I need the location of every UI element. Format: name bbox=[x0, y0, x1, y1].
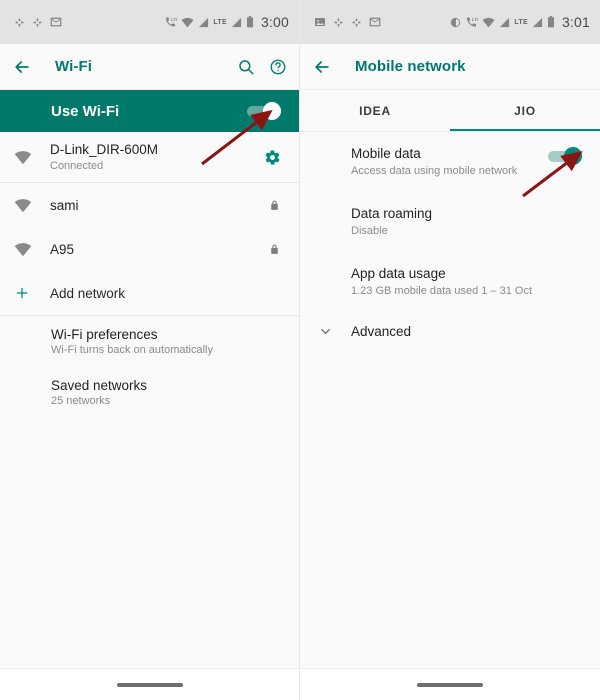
back-arrow-icon[interactable] bbox=[312, 57, 342, 77]
network-name: sami bbox=[50, 197, 79, 213]
call-lte-icon: LTE bbox=[164, 16, 177, 28]
lock-icon bbox=[268, 242, 281, 257]
help-icon[interactable] bbox=[269, 58, 287, 76]
mobile-data-row[interactable]: Mobile data Access data using mobile net… bbox=[300, 132, 600, 192]
saved-networks-subtitle: 25 networks bbox=[51, 395, 111, 407]
use-wifi-label: Use Wi-Fi bbox=[51, 102, 120, 120]
lte-label: LTE bbox=[514, 18, 528, 26]
tab-jio[interactable]: JIO bbox=[450, 90, 600, 131]
dual-screenshot-comparison: LTE LTE 3:00 bbox=[0, 0, 600, 700]
photo-icon bbox=[314, 16, 326, 28]
app-icon-2 bbox=[32, 17, 43, 28]
saved-networks-title: Saved networks bbox=[51, 378, 148, 393]
back-arrow-icon[interactable] bbox=[12, 57, 42, 77]
wifi-preferences-row[interactable]: Wi-Fi preferences Wi-Fi turns back on au… bbox=[0, 316, 299, 367]
tab-label: IDEA bbox=[359, 103, 391, 118]
message-icon bbox=[369, 16, 381, 28]
add-network-label: Add network bbox=[50, 285, 126, 301]
signal-2-icon bbox=[231, 17, 242, 28]
app-icon-2 bbox=[351, 17, 362, 28]
search-icon[interactable] bbox=[237, 58, 255, 76]
sim-tabs: IDEA JIO bbox=[300, 90, 600, 132]
signal-2-icon bbox=[532, 17, 543, 28]
svg-text:LTE: LTE bbox=[171, 17, 177, 22]
tab-idea[interactable]: IDEA bbox=[300, 90, 450, 131]
mobile-toolbar: Mobile network bbox=[300, 44, 600, 90]
page-title: Wi-Fi bbox=[55, 58, 93, 75]
app-data-usage-row[interactable]: App data usage 1.23 GB mobile data used … bbox=[300, 252, 600, 312]
wifi-signal-icon bbox=[14, 198, 50, 213]
mobile-network-panel: LTE LTE 3:01 bbox=[300, 0, 600, 700]
app-icon bbox=[14, 17, 25, 28]
network-name: A95 bbox=[50, 241, 75, 257]
page-title: Mobile network bbox=[355, 58, 466, 75]
mobile-data-title: Mobile data bbox=[351, 146, 421, 161]
wifi-signal-icon bbox=[14, 150, 50, 165]
status-time: 3:01 bbox=[561, 14, 590, 30]
gear-icon[interactable] bbox=[264, 149, 281, 166]
wifi-icon bbox=[181, 17, 194, 28]
lock-icon bbox=[268, 198, 281, 213]
message-icon bbox=[50, 16, 62, 28]
call-lte-icon: LTE bbox=[465, 16, 478, 28]
network-row-connected[interactable]: D-Link_DIR-600M Connected bbox=[0, 132, 299, 182]
wifi-settings-panel: LTE LTE 3:00 bbox=[0, 0, 300, 700]
advanced-label: Advanced bbox=[351, 324, 412, 339]
battery-icon bbox=[547, 16, 555, 28]
chevron-down-icon bbox=[300, 324, 351, 339]
signal-icon bbox=[198, 17, 209, 28]
use-wifi-toggle[interactable] bbox=[247, 102, 281, 120]
wifi-toolbar: Wi-Fi bbox=[0, 44, 299, 90]
data-roaming-row[interactable]: Data roaming Disable bbox=[300, 192, 600, 252]
toggle-knob bbox=[564, 147, 582, 165]
mobile-navigation-bar bbox=[300, 668, 600, 700]
app-data-usage-subtitle: 1.23 GB mobile data used 1 – 31 Oct bbox=[351, 285, 533, 297]
home-pill[interactable] bbox=[117, 682, 183, 687]
battery-icon bbox=[246, 16, 254, 28]
network-status: Connected bbox=[50, 159, 104, 172]
network-row-a95[interactable]: A95 bbox=[0, 227, 299, 271]
wifi-preferences-subtitle: Wi-Fi turns back on automatically bbox=[51, 344, 213, 356]
network-name: D-Link_DIR-600M bbox=[50, 141, 159, 157]
lte-label: LTE bbox=[213, 18, 227, 26]
mobile-data-toggle[interactable] bbox=[548, 147, 582, 165]
toggle-knob bbox=[263, 102, 281, 120]
wifi-status-bar: LTE LTE 3:00 bbox=[0, 0, 299, 44]
wifi-icon bbox=[482, 17, 495, 28]
saved-networks-row[interactable]: Saved networks 25 networks bbox=[0, 367, 299, 418]
use-wifi-master-row[interactable]: Use Wi-Fi bbox=[0, 90, 299, 132]
wifi-preferences-title: Wi-Fi preferences bbox=[51, 327, 158, 342]
add-network-row[interactable]: Add network bbox=[0, 271, 299, 315]
data-roaming-title: Data roaming bbox=[351, 206, 433, 221]
signal-icon bbox=[499, 17, 510, 28]
svg-text:LTE: LTE bbox=[472, 17, 478, 22]
contrast-icon bbox=[450, 17, 461, 28]
tab-label: JIO bbox=[514, 103, 536, 118]
app-icon bbox=[333, 17, 344, 28]
data-roaming-subtitle: Disable bbox=[351, 225, 388, 237]
wifi-navigation-bar bbox=[0, 668, 299, 700]
home-pill[interactable] bbox=[417, 682, 483, 687]
network-row-sami[interactable]: sami bbox=[0, 183, 299, 227]
plus-icon bbox=[14, 285, 50, 301]
app-data-usage-title: App data usage bbox=[351, 266, 446, 281]
mobile-status-bar: LTE LTE 3:01 bbox=[300, 0, 600, 44]
mobile-data-subtitle: Access data using mobile network bbox=[351, 165, 518, 177]
wifi-signal-icon bbox=[14, 242, 50, 257]
advanced-row[interactable]: Advanced bbox=[300, 312, 600, 351]
status-time: 3:00 bbox=[260, 14, 289, 30]
